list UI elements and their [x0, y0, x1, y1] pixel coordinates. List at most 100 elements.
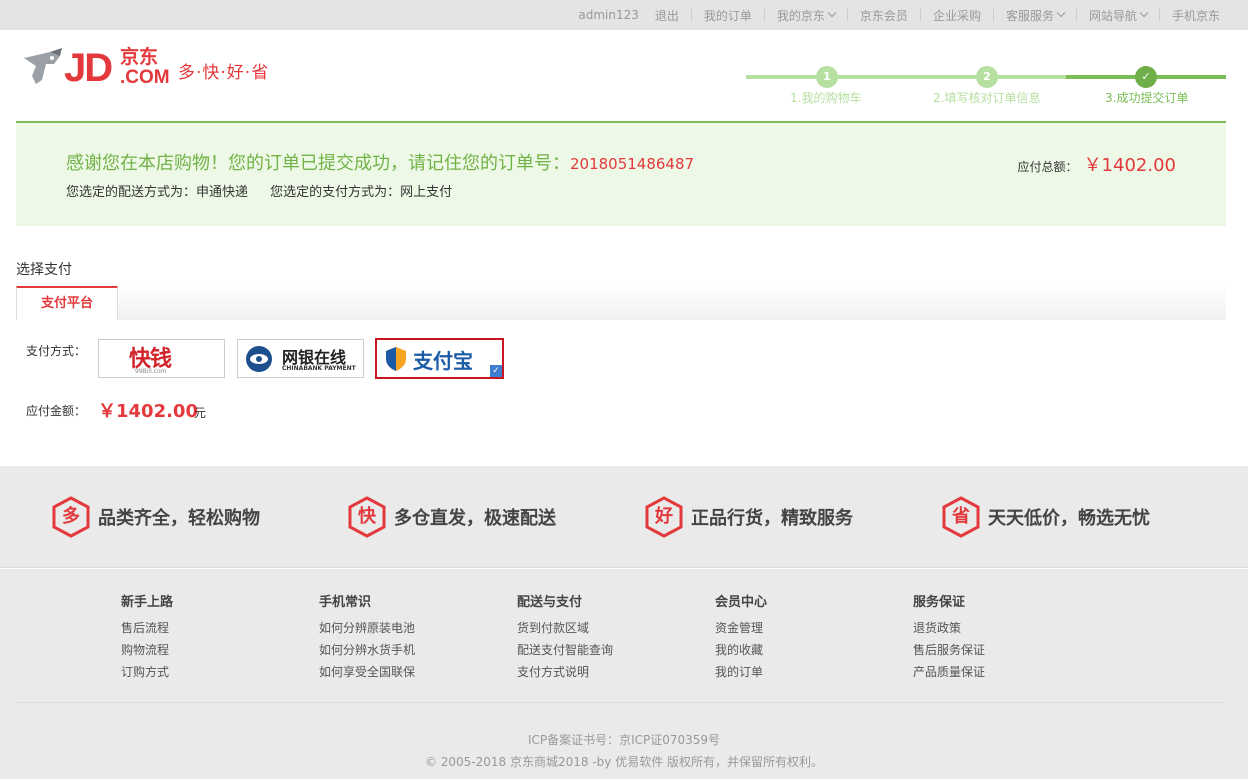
hexagon-kuai-icon: 快 [348, 496, 386, 538]
top-nav-mobile-jd[interactable]: 手机京东 [1172, 7, 1220, 24]
footer-column-member: 会员中心 资金管理 我的收藏 我的订单 [715, 591, 875, 685]
top-nav-username[interactable]: admin123 [578, 8, 639, 22]
footer-column-title: 配送与支付 [517, 595, 583, 610]
step-2-label: 2.填写核对订单信息 [933, 91, 1041, 105]
top-bar: admin123 退出 我的订单 我的京东 京东会员 企业采购 客服服务 网站导… [0, 0, 1248, 30]
footer-link[interactable]: 产品质量保证 [913, 663, 1073, 685]
divider [763, 9, 765, 21]
divider [846, 9, 848, 21]
99bill-sub: 99Bill.com [135, 368, 167, 375]
step-1-label: 1.我的购物车 [790, 91, 862, 105]
feature-text: 品类齐全，轻松购物 [98, 508, 260, 529]
logo-com: .COM [120, 67, 170, 88]
top-nav-customer-service[interactable]: 客服服务 [1006, 7, 1066, 24]
order-summary-line: 您选定的配送方式为：申通快递 您选定的支付方式为：网上支付 [66, 181, 452, 200]
feature-text: 多仓直发，极速配送 [394, 508, 556, 529]
selected-check-icon: ✓ [490, 365, 502, 377]
icp-license[interactable]: ICP备案证书号：京ICP证070359号 [0, 731, 1248, 748]
footer-link[interactable]: 支付方式说明 [517, 663, 677, 685]
footer-column-title: 服务保证 [913, 595, 966, 610]
hexagon-hao-icon: 好 [645, 496, 683, 538]
payment-method-label: 支付方式： [26, 344, 87, 358]
footer-link[interactable]: 售后服务保证 [913, 641, 1073, 663]
footer-link[interactable]: 如何享受全国联保 [319, 663, 479, 685]
payable-amount-unit: 元 [194, 406, 207, 420]
step-2-dot: 2 [976, 66, 998, 88]
chevron-down-icon [827, 8, 837, 18]
total-amount: ￥1402.00 [1083, 155, 1176, 176]
chevron-down-icon [1139, 8, 1149, 18]
footer-link[interactable]: 资金管理 [715, 619, 875, 641]
order-total: 应付总额： ￥1402.00 [1018, 151, 1176, 177]
logo-slogan: 多·快·好·省 [178, 63, 270, 83]
footer-link[interactable]: 如何分辨水货手机 [319, 641, 479, 663]
alipay-name: 支付宝 [413, 349, 473, 373]
checkout-progress: 1 2 ✓ 1.我的购物车 2.填写核对订单信息 3.成功提交订单 [746, 64, 1226, 108]
footer-link[interactable]: 我的收藏 [715, 641, 875, 663]
payment-option-chinabank[interactable]: 网银在线 CHINABANK PAYMENT [237, 339, 364, 378]
top-nav: admin123 退出 我的订单 我的京东 京东会员 企业采购 客服服务 网站导… [578, 0, 1220, 30]
payable-amount-label: 应付金额： [26, 404, 87, 418]
top-nav-enterprise[interactable]: 企业采购 [933, 7, 981, 24]
progress-line-done [746, 75, 1066, 79]
footer-column-phone-tips: 手机常识 如何分辨原装电池 如何分辨水货手机 如何享受全国联保 [319, 591, 479, 685]
feature-text: 正品行货，精致服务 [691, 508, 853, 529]
payment-section-title: 选择支付 [16, 262, 72, 278]
total-label: 应付总额： [1017, 160, 1078, 174]
payment-option-alipay[interactable]: 支付宝 ✓ [375, 338, 504, 379]
footer-link[interactable]: 购物流程 [121, 641, 281, 663]
chinabank-eye-icon [246, 346, 272, 372]
shipping-method: 您选定的配送方式为：申通快递 [66, 185, 249, 200]
jd-logo[interactable]: JD 京东 .COM 多·快·好·省 [20, 44, 280, 92]
payment-option-99bill[interactable]: 快钱 99Bill.com [98, 339, 225, 378]
footer: 新手上路 售后流程 购物流程 订购方式 手机常识 如何分辨原装电池 如何分辨水货… [0, 569, 1248, 779]
footer-column-newbie: 新手上路 售后流程 购物流程 订购方式 [121, 591, 281, 685]
payable-amount: ￥1402.00 [98, 401, 198, 422]
footer-link[interactable]: 我的订单 [715, 663, 875, 685]
footer-link[interactable]: 配送支付智能查询 [517, 641, 677, 663]
footer-column-title: 新手上路 [121, 595, 174, 610]
footer-divider [16, 702, 1226, 703]
jd-dog-mascot-icon [24, 48, 62, 84]
top-nav-logout[interactable]: 退出 [655, 7, 679, 24]
order-success-panel: 感谢您在本店购物！您的订单已提交成功，请记住您的订单号：201805148648… [16, 121, 1226, 226]
chinabank-sub: CHINABANK PAYMENT [282, 365, 356, 372]
chevron-down-icon [1056, 8, 1066, 18]
divider [690, 9, 692, 21]
success-message: 感谢您在本店购物！您的订单已提交成功，请记住您的订单号：201805148648… [66, 149, 694, 175]
footer-link[interactable]: 退货政策 [913, 619, 1073, 641]
alipay-shield-icon [386, 347, 406, 371]
divider [1075, 9, 1077, 21]
footer-link[interactable]: 售后流程 [121, 619, 281, 641]
payment-tab-row: 支付平台 [16, 286, 1226, 320]
feature-item: 快 多仓直发，极速配送 [348, 496, 556, 538]
order-number: 2018051486487 [570, 155, 695, 173]
footer-column-delivery: 配送与支付 货到付款区域 配送支付智能查询 支付方式说明 [517, 591, 677, 685]
top-nav-membership[interactable]: 京东会员 [860, 7, 908, 24]
copyright: © 2005-2018 京东商城2018 -by 优易软件 版权所有，并保留所有… [424, 755, 824, 769]
step-3-check-icon: ✓ [1135, 66, 1157, 88]
tab-payment-platform[interactable]: 支付平台 [16, 286, 118, 320]
footer-link[interactable]: 如何分辨原装电池 [319, 619, 479, 641]
footer-column-service: 服务保证 退货政策 售后服务保证 产品质量保证 [913, 591, 1073, 685]
footer-column-title: 会员中心 [715, 595, 768, 610]
payment-method: 您选定的支付方式为：网上支付 [270, 185, 453, 200]
feature-text: 天天低价，畅选无忧 [988, 508, 1150, 529]
logo-cn: 京东 [120, 46, 159, 68]
hexagon-sheng-icon: 省 [942, 496, 980, 538]
success-message-text: 感谢您在本店购物！您的订单已提交成功，请记住您的订单号： [66, 153, 570, 174]
footer-link[interactable]: 货到付款区域 [517, 619, 677, 641]
step-1-dot: 1 [816, 66, 838, 88]
divider [1158, 9, 1160, 21]
feature-item: 好 正品行货，精致服务 [645, 496, 853, 538]
divider [919, 9, 921, 21]
footer-link[interactable]: 订购方式 [121, 663, 281, 685]
hexagon-duo-icon: 多 [52, 496, 90, 538]
service-features: 多 品类齐全，轻松购物 快 多仓直发，极速配送 好 正品行货，精致服务 省 天天… [0, 466, 1248, 568]
top-nav-site-nav[interactable]: 网站导航 [1089, 7, 1149, 24]
step-3-label: 3.成功提交订单 [1105, 91, 1189, 105]
top-nav-my-orders[interactable]: 我的订单 [704, 7, 752, 24]
top-nav-my-jd[interactable]: 我的京东 [777, 7, 837, 24]
feature-item: 多 品类齐全，轻松购物 [52, 496, 260, 538]
feature-item: 省 天天低价，畅选无忧 [942, 496, 1150, 538]
